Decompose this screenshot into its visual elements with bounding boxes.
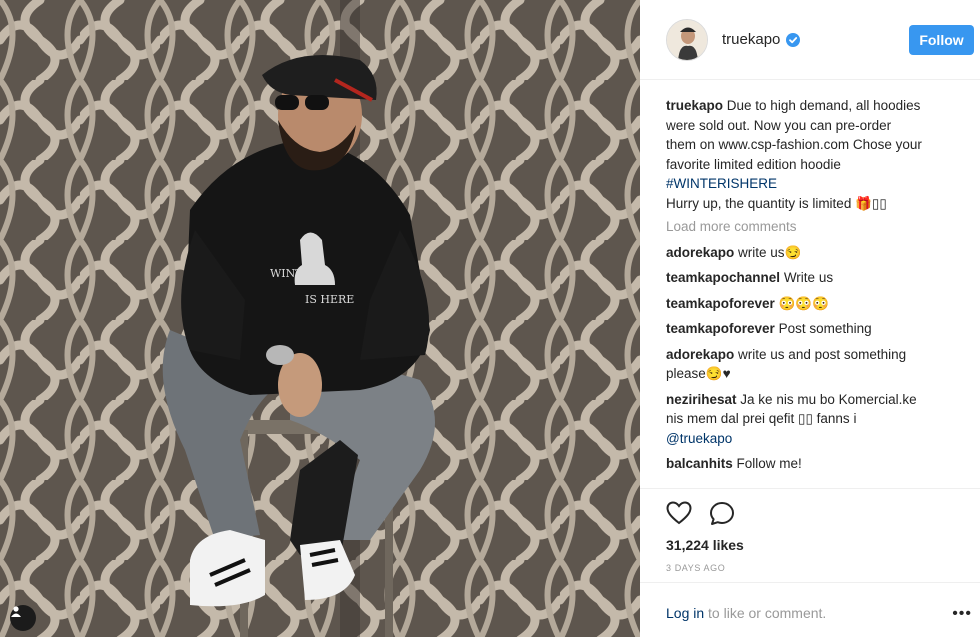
comment-text: Follow me!: [736, 456, 802, 471]
comment-item: adorekapo write us😏: [666, 243, 966, 263]
likes-count[interactable]: 31,224 likes: [666, 537, 744, 553]
login-link[interactable]: Log in: [666, 605, 704, 621]
load-more-comments[interactable]: Load more comments: [666, 217, 966, 237]
comment-item: teamkapochannel Write us: [666, 268, 966, 288]
post-timestamp: 3 DAYS AGO: [666, 563, 726, 573]
avatar[interactable]: [666, 18, 708, 61]
caption-username[interactable]: truekapo: [666, 98, 723, 113]
user-tag-icon[interactable]: [10, 605, 36, 631]
post-header: truekapo Follow: [640, 0, 980, 80]
comment-username[interactable]: nezirihesat: [666, 392, 737, 407]
hoodie-print-text-1: WINT: [270, 267, 303, 280]
comment-text-continued: nis mem dal prei qefit ▯▯ fanns i: [666, 411, 857, 426]
comment-text-continued: please😏♥: [666, 366, 731, 381]
caption-text-line: Hurry up, the quantity is limited 🎁▯▯: [666, 195, 887, 211]
comment-item: teamkapoforever 😳😳😳: [666, 294, 966, 314]
caption-text-line: favorite limited edition hoodie: [666, 156, 841, 172]
heart-icon[interactable]: [666, 501, 692, 525]
comment-item: nezirihesat Ja ke nis mu bo Komercial.ke…: [666, 390, 966, 449]
username[interactable]: truekapo: [722, 31, 780, 48]
comment-username[interactable]: balcanhits: [666, 456, 733, 471]
comments-list: truekapo Due to high demand, all hoodies…: [666, 96, 966, 474]
comment-text: Post something: [778, 321, 872, 336]
comment-text: Write us: [783, 270, 834, 285]
caption-text-line: Due to high demand, all hoodies: [726, 98, 921, 113]
hoodie-print-text-2: IS HERE: [305, 293, 354, 306]
comment-text: write us😏: [738, 244, 802, 260]
comment-username[interactable]: adorekapo: [666, 347, 734, 362]
comment-icon[interactable]: [709, 501, 735, 527]
caption: truekapo Due to high demand, all hoodies…: [666, 96, 966, 213]
comment-username[interactable]: teamkapoforever: [666, 296, 775, 311]
login-prompt: Log in to like or comment. •••: [640, 582, 980, 637]
comment-item: balcanhits Follow me!: [666, 454, 966, 474]
comment-text: 😳😳😳: [778, 295, 830, 311]
comment-username[interactable]: teamkapochannel: [666, 270, 780, 285]
comment-mention[interactable]: @truekapo: [666, 429, 966, 449]
comment-item: teamkapoforever Post something: [666, 319, 966, 339]
verified-icon: [786, 32, 801, 47]
post-photo[interactable]: WINT IS HERE: [0, 0, 640, 637]
more-icon[interactable]: •••: [952, 605, 972, 623]
caption-hashtag[interactable]: #WINTERISHERE: [666, 174, 966, 194]
comment-username[interactable]: adorekapo: [666, 245, 734, 260]
caption-text-line: them on www.csp-fashion.com Chose your: [666, 137, 922, 152]
post-actions: 31,224 likes 3 DAYS AGO: [640, 488, 980, 573]
comment-username[interactable]: teamkapoforever: [666, 321, 775, 336]
post-side-panel: truekapo Follow truekapo Due to high dem…: [640, 0, 980, 637]
comment-item: adorekapo write us and post something pl…: [666, 345, 966, 384]
post-photo-illustration: WINT IS HERE: [0, 0, 640, 637]
caption-text-line: were sold out. Now you can pre-order: [666, 117, 892, 133]
follow-button[interactable]: Follow: [909, 25, 974, 55]
comment-text: Ja ke nis mu bo Komercial.ke: [740, 391, 917, 407]
comment-text: write us and post something: [738, 346, 907, 362]
login-prompt-text: to like or comment.: [704, 605, 827, 621]
